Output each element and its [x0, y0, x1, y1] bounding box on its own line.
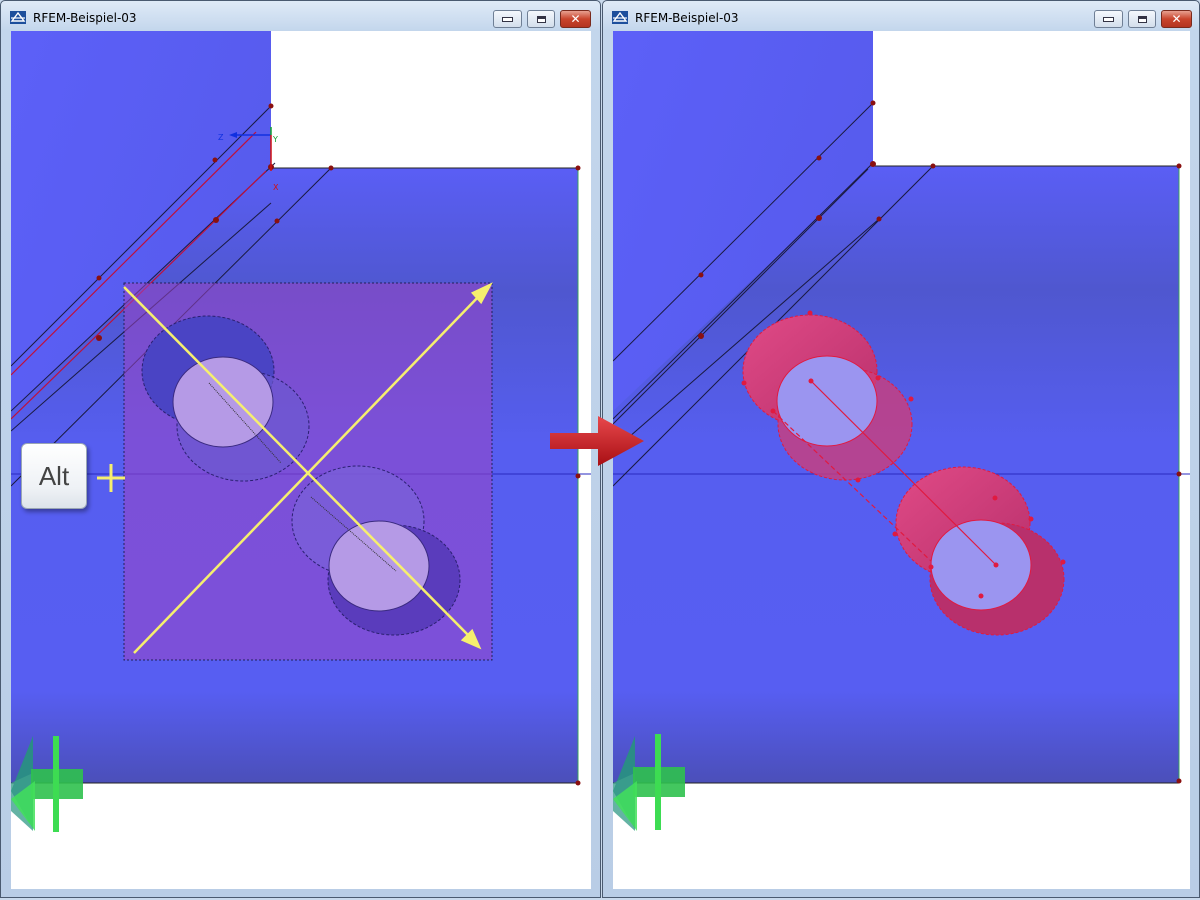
- window-left: RFEM-Beispiel-03 ✕ Z X Y Alt: [0, 0, 601, 898]
- minimize-icon: [502, 16, 513, 22]
- maximize-button[interactable]: [527, 10, 555, 28]
- alt-key-label: Alt: [38, 460, 70, 491]
- maximize-icon: [1137, 15, 1147, 23]
- close-icon: ✕: [1171, 12, 1182, 26]
- svg-text:X: X: [273, 183, 279, 192]
- title-bar[interactable]: RFEM-Beispiel-03 ✕: [1, 1, 600, 33]
- close-button[interactable]: ✕: [1161, 10, 1192, 28]
- close-button[interactable]: ✕: [560, 10, 591, 28]
- rfem-app-icon: [612, 11, 628, 24]
- svg-text:Z: Z: [218, 133, 224, 142]
- alt-key-icon: Alt: [21, 443, 87, 509]
- model-viewport[interactable]: Z X Y: [11, 31, 591, 889]
- svg-text:Y: Y: [272, 135, 278, 144]
- arrow-right-icon: [550, 416, 644, 466]
- model-canvas[interactable]: [613, 31, 1190, 889]
- close-icon: ✕: [570, 12, 581, 26]
- maximize-icon: [536, 15, 546, 23]
- model-canvas[interactable]: Z X Y: [11, 31, 591, 889]
- window-right: RFEM-Beispiel-03 ✕: [602, 0, 1200, 898]
- minimize-button[interactable]: [493, 10, 522, 28]
- maximize-button[interactable]: [1128, 10, 1156, 28]
- title-bar[interactable]: RFEM-Beispiel-03 ✕: [603, 1, 1199, 33]
- rfem-app-icon: [10, 11, 26, 24]
- minimize-icon: [1103, 16, 1114, 22]
- window-title: RFEM-Beispiel-03: [635, 11, 739, 25]
- model-viewport[interactable]: [613, 31, 1190, 889]
- plus-icon: [97, 464, 125, 492]
- window-title: RFEM-Beispiel-03: [33, 11, 137, 25]
- minimize-button[interactable]: [1094, 10, 1123, 28]
